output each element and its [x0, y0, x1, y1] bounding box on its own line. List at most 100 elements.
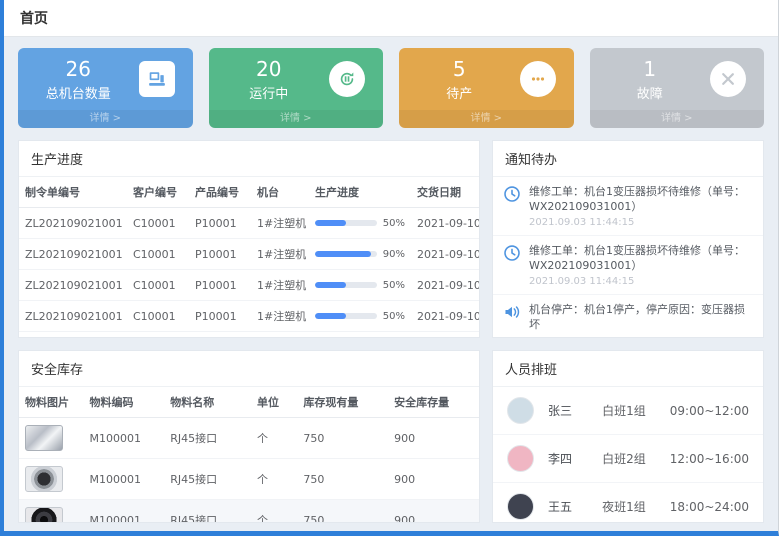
column-header: 物料名称: [164, 387, 251, 418]
cell-product: P10001: [189, 301, 251, 332]
cell-customer: C10001: [127, 239, 189, 270]
staff-shift: 夜班1组: [602, 498, 670, 515]
cell-code: M100001: [84, 418, 165, 459]
cell-image: [19, 500, 84, 524]
cell-order: ZL202109021001: [19, 332, 127, 339]
notification-icon: [503, 185, 521, 203]
detail-link[interactable]: 详情 >: [399, 110, 574, 128]
stat-label: 运行中: [209, 83, 330, 102]
tab-home[interactable]: 首页: [20, 8, 48, 28]
stat-cards: 26 总机台数量: [18, 48, 764, 128]
cell-unit: 个: [251, 500, 297, 524]
cell-progress: 50%: [309, 270, 411, 301]
column-header: 客户编号: [127, 177, 189, 208]
stat-label: 总机台数量: [18, 83, 139, 102]
table-row: ZL202109021001 C10001 P10001 1#注塑机 90%: [19, 239, 479, 270]
column-header: 生产进度: [309, 177, 411, 208]
tools-icon: [719, 70, 737, 88]
table-row: M100001 RJ45接口 个 750 900: [19, 500, 479, 524]
progress-track: [315, 282, 377, 288]
avatar: [507, 493, 534, 520]
cell-name: RJ45接口: [164, 500, 251, 524]
cell-image: [19, 459, 84, 500]
cell-name: RJ45接口: [164, 459, 251, 500]
cell-order: ZL202109021001: [19, 208, 127, 239]
avatar: [507, 445, 534, 472]
notification-body: 机台停产：机台1停产，停产原因：变压器损坏: [529, 302, 753, 335]
cell-progress: 50%: [309, 301, 411, 332]
column-header: 库存现有量: [297, 387, 388, 418]
progress-bar: [315, 313, 346, 319]
staff-row: 张三 白班1组 09:00~12:00: [493, 387, 763, 435]
stat-icon: [520, 61, 556, 97]
stat-card-main: 26 总机台数量: [18, 48, 193, 110]
notification-text: 维修工单：机台1变压器损坏待维修（单号：WX202109031001）: [529, 243, 753, 274]
notification-item[interactable]: 维修工单：机台1变压器损坏待维修（单号：WX202109031001） 2021…: [493, 236, 763, 295]
table-row: ZL202109021001 C10001 P10001 1#注塑机 50%: [19, 332, 479, 339]
progress-percent: 50%: [383, 218, 405, 229]
cell-machine: 1#注塑机: [251, 208, 309, 239]
stat-label: 待产: [399, 83, 520, 102]
stat-card[interactable]: 20 运行中: [209, 48, 384, 128]
cell-date: 2021-09-10: [411, 332, 479, 339]
column-header: 安全库存量: [388, 387, 479, 418]
detail-link[interactable]: 详情 >: [18, 110, 193, 128]
progress-percent: 50%: [383, 311, 405, 322]
cell-customer: C10001: [127, 301, 189, 332]
stat-value: 20: [209, 57, 330, 81]
cell-date: 2021-09-10: [411, 270, 479, 301]
progress-indicator: 50%: [315, 280, 405, 291]
notification-body: 维修工单：机台1变压器损坏待维修（单号：WX202109031001） 2021…: [529, 184, 753, 228]
staff-name: 李四: [548, 450, 602, 467]
cell-image: [19, 418, 84, 459]
cell-product: P10001: [189, 239, 251, 270]
table-row: ZL202109021001 C10001 P10001 1#注塑机 50%: [19, 208, 479, 239]
avatar: [507, 397, 534, 424]
panel-title-staff: 人员排班: [493, 351, 763, 387]
production-table: 制令单编号 客户编号 产品编号 机台 生产进度 交货日期: [19, 177, 479, 338]
progress-track: [315, 251, 377, 257]
cell-date: 2021-09-10: [411, 239, 479, 270]
notification-list: 维修工单：机台1变压器损坏待维修（单号：WX202109031001） 2021…: [493, 177, 763, 338]
cell-progress: 50%: [309, 332, 411, 339]
detail-link[interactable]: 详情 >: [590, 110, 765, 128]
table-row: ZL202109021001 C10001 P10001 1#注塑机 50%: [19, 270, 479, 301]
stat-card[interactable]: 1 故障: [590, 48, 765, 128]
staff-shift: 白班1组: [602, 402, 670, 419]
column-header: 机台: [251, 177, 309, 208]
running-icon: [338, 70, 356, 88]
stat-icon: [139, 61, 175, 97]
cell-progress: 90%: [309, 239, 411, 270]
production-header-row: 制令单编号 客户编号 产品编号 机台 生产进度 交货日期: [19, 177, 479, 208]
dashboard-content: 26 总机台数量: [4, 37, 778, 531]
detail-link[interactable]: 详情 >: [209, 110, 384, 128]
stat-card[interactable]: 5 待产: [399, 48, 574, 128]
staff-name: 王五: [548, 498, 602, 515]
inventory-header-row: 物料图片 物料编码 物料名称 单位 库存现有量 安全库存量: [19, 387, 479, 418]
column-header: 产品编号: [189, 177, 251, 208]
column-header: 物料图片: [19, 387, 84, 418]
notifications-panel: 通知待办: [492, 140, 764, 338]
notification-item[interactable]: 维修工单：机台1变压器损坏待维修（单号：WX202109031001） 2021…: [493, 177, 763, 236]
stat-card-main: 20 运行中: [209, 48, 384, 110]
column-header: 交货日期: [411, 177, 479, 208]
stat-icon: [710, 61, 746, 97]
cell-safety: 900: [388, 459, 479, 500]
progress-bar: [315, 251, 371, 257]
staff-row: 李四 白班2组 12:00~16:00: [493, 435, 763, 483]
stat-card-info: 20 运行中: [209, 57, 330, 102]
cell-machine: 1#注塑机: [251, 239, 309, 270]
clock-icon: [503, 244, 521, 262]
cell-machine: 1#注塑机: [251, 270, 309, 301]
stat-card-main: 5 待产: [399, 48, 574, 110]
table-row: ZL202109021001 C10001 P10001 1#注塑机 50%: [19, 301, 479, 332]
staff-shift: 白班2组: [602, 450, 670, 467]
table-row: M100001 RJ45接口 个 750 900: [19, 418, 479, 459]
cell-date: 2021-09-10: [411, 208, 479, 239]
stat-card[interactable]: 26 总机台数量: [18, 48, 193, 128]
stat-card-info: 1 故障: [590, 57, 711, 102]
staff-list: 张三 白班1组 09:00~12:00 李四 白班2组 12:00~16:00: [493, 387, 763, 523]
stat-value: 26: [18, 57, 139, 81]
cell-safety: 900: [388, 500, 479, 524]
notification-item[interactable]: 机台停产：机台1停产，停产原因：变压器损坏: [493, 295, 763, 338]
